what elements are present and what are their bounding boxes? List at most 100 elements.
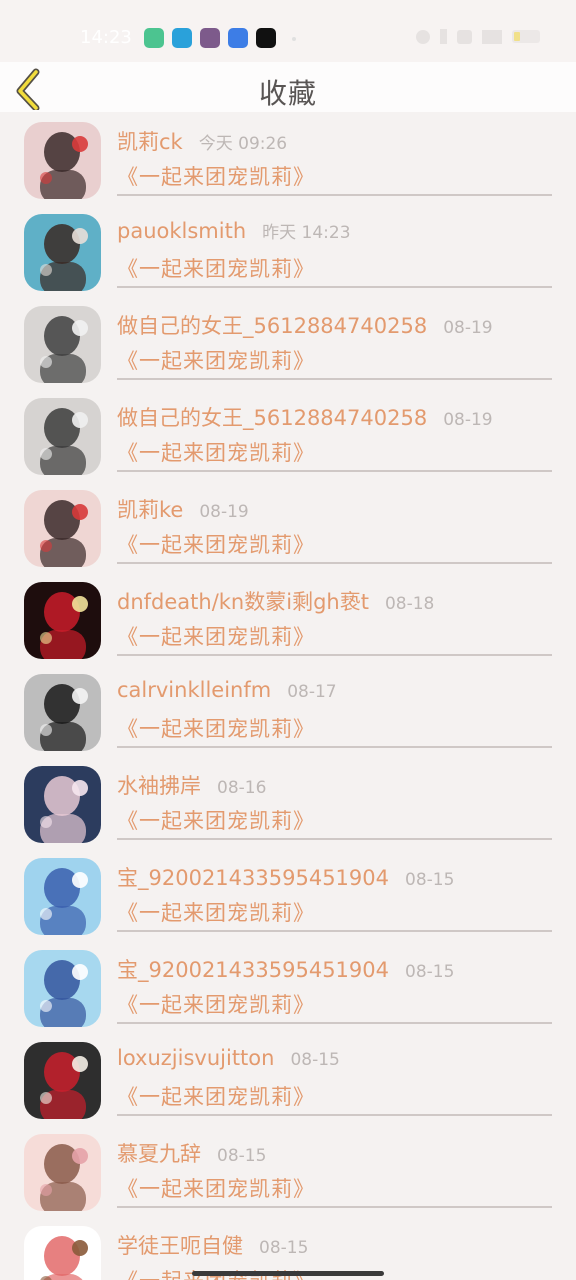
username[interactable]: 凯莉ck 今天 09:26 — [117, 126, 287, 156]
post-title-link[interactable]: 《一起来团宠凯莉》 — [117, 253, 315, 283]
username[interactable]: 水袖拂岸 08-16 — [117, 770, 266, 800]
username[interactable]: calrvinklleinfm 08-17 — [117, 678, 337, 702]
list-item[interactable]: loxuzjisvujitton 08-15 《一起来团宠凯莉》 — [0, 1032, 576, 1124]
post-title-link[interactable]: 《一起来团宠凯莉》 — [117, 529, 315, 559]
list-item[interactable]: 做自己的女王_5612884740258 08-19 《一起来团宠凯莉》 — [0, 388, 576, 480]
timestamp: 08-15 — [259, 1238, 309, 1258]
avatar[interactable] — [24, 490, 101, 567]
post-title-link[interactable]: 《一起来团宠凯莉》 — [117, 437, 315, 467]
timestamp: 08-15 — [217, 1146, 267, 1166]
bluetooth-icon — [440, 29, 447, 44]
username[interactable]: 凯莉ke 08-19 — [117, 494, 249, 524]
timestamp: 昨天 14:23 — [262, 223, 351, 243]
avatar[interactable] — [24, 674, 101, 751]
timestamp: 08-15 — [405, 870, 455, 890]
username[interactable]: 宝_920021433595451904 08-15 — [117, 954, 454, 984]
divider — [117, 838, 552, 840]
username[interactable]: 慕夏九辞 08-15 — [117, 1138, 266, 1168]
divider — [117, 194, 552, 196]
divider — [117, 746, 552, 748]
divider — [117, 562, 552, 564]
username-text: 学徒王呃自健 — [117, 1234, 243, 1258]
telegram-app-icon — [172, 28, 192, 48]
post-title-link[interactable]: 《一起来团宠凯莉》 — [117, 345, 315, 375]
list-item[interactable]: 宝_920021433595451904 08-15 《一起来团宠凯莉》 — [0, 940, 576, 1032]
username[interactable]: pauoklsmith 昨天 14:23 — [117, 218, 351, 243]
username-text: pauoklsmith — [117, 219, 247, 243]
timestamp: 08-15 — [290, 1050, 340, 1070]
username-text: loxuzjisvujitton — [117, 1046, 275, 1070]
list-item[interactable]: 凯莉ck 今天 09:26 《一起来团宠凯莉》 — [0, 112, 576, 204]
post-title-link[interactable]: 《一起来团宠凯莉》 — [117, 897, 315, 927]
list-item[interactable]: dnfdeath/kn数蒙i剩gh亵t 08-18 《一起来团宠凯莉》 — [0, 572, 576, 664]
post-title-link[interactable]: 《一起来团宠凯莉》 — [117, 805, 315, 835]
signal-icon — [482, 29, 502, 44]
timestamp: 08-19 — [443, 318, 493, 338]
timestamp: 08-19 — [443, 410, 493, 430]
username-text: 凯莉ck — [117, 130, 183, 154]
battery-icon — [512, 30, 540, 43]
avatar[interactable] — [24, 306, 101, 383]
username-text: 水袖拂岸 — [117, 774, 201, 798]
post-title-link[interactable]: 《一起来团宠凯莉》 — [117, 989, 315, 1019]
notification-dot — [292, 37, 296, 41]
avatar[interactable] — [24, 766, 101, 843]
timestamp: 08-15 — [405, 962, 455, 982]
avatar[interactable] — [24, 950, 101, 1027]
alarm-icon — [416, 29, 430, 44]
list-item[interactable]: pauoklsmith 昨天 14:23 《一起来团宠凯莉》 — [0, 204, 576, 296]
timestamp: 08-16 — [217, 778, 267, 798]
username[interactable]: 宝_920021433595451904 08-15 — [117, 862, 454, 892]
avatar[interactable] — [24, 1134, 101, 1211]
username-text: 凯莉ke — [117, 498, 184, 522]
status-time: 14:23 — [80, 27, 132, 48]
username[interactable]: 学徒王呃自健 08-15 — [117, 1230, 308, 1260]
home-indicator[interactable] — [192, 1271, 384, 1276]
username-text: 宝_920021433595451904 — [117, 958, 389, 982]
favorites-list[interactable]: 凯莉ck 今天 09:26 《一起来团宠凯莉》 pauoklsmith 昨天 14:23… — [0, 112, 576, 1280]
username[interactable]: 做自己的女王_5612884740258 08-19 — [117, 402, 493, 432]
list-item[interactable]: 水袖拂岸 08-16 《一起来团宠凯莉》 — [0, 756, 576, 848]
username-text: 宝_920021433595451904 — [117, 866, 389, 890]
post-title-link[interactable]: 《一起来团宠凯莉》 — [117, 713, 315, 743]
avatar[interactable] — [24, 1042, 101, 1119]
avatar[interactable] — [24, 398, 101, 475]
chat-app-icon — [228, 28, 248, 48]
header-bar: 收藏 — [0, 62, 576, 112]
username[interactable]: loxuzjisvujitton 08-15 — [117, 1046, 340, 1070]
avatar[interactable] — [24, 582, 101, 659]
divider — [117, 1022, 552, 1024]
post-title-link[interactable]: 《一起来团宠凯莉》 — [117, 1173, 315, 1203]
username[interactable]: 做自己的女王_5612884740258 08-19 — [117, 310, 493, 340]
list-item[interactable]: 做自己的女王_5612884740258 08-19 《一起来团宠凯莉》 — [0, 296, 576, 388]
status-app-icons — [144, 28, 276, 48]
divider — [117, 930, 552, 932]
username-text: 慕夏九辞 — [117, 1142, 201, 1166]
capcut-app-icon — [256, 28, 276, 48]
post-title-link[interactable]: 《一起来团宠凯莉》 — [117, 621, 315, 651]
username-text: 做自己的女王_5612884740258 — [117, 406, 428, 430]
avatar[interactable] — [24, 122, 101, 199]
username-text: dnfdeath/kn数蒙i剩gh亵t — [117, 590, 369, 614]
nfc-icon — [457, 29, 472, 44]
username-text: calrvinklleinfm — [117, 678, 272, 702]
list-item[interactable]: 宝_920021433595451904 08-15 《一起来团宠凯莉》 — [0, 848, 576, 940]
divider — [117, 654, 552, 656]
post-title-link[interactable]: 《一起来团宠凯莉》 — [117, 1081, 315, 1111]
page-title: 收藏 — [258, 77, 317, 110]
list-item[interactable]: 凯莉ke 08-19 《一起来团宠凯莉》 — [0, 480, 576, 572]
messages-app-icon — [144, 28, 164, 48]
username-text: 做自己的女王_5612884740258 — [117, 314, 428, 338]
username[interactable]: dnfdeath/kn数蒙i剩gh亵t 08-18 — [117, 586, 434, 616]
avatar[interactable] — [24, 214, 101, 291]
post-title-link[interactable]: 《一起来团宠凯莉》 — [117, 161, 315, 191]
list-item[interactable]: 慕夏九辞 08-15 《一起来团宠凯莉》 — [0, 1124, 576, 1216]
divider — [117, 1206, 552, 1208]
divider — [117, 378, 552, 380]
status-bar: 14:23 — [0, 0, 576, 62]
list-item[interactable]: calrvinklleinfm 08-17 《一起来团宠凯莉》 — [0, 664, 576, 756]
avatar[interactable] — [24, 858, 101, 935]
timestamp: 今天 09:26 — [198, 134, 288, 154]
divider — [117, 286, 552, 288]
avatar[interactable] — [24, 1226, 101, 1280]
